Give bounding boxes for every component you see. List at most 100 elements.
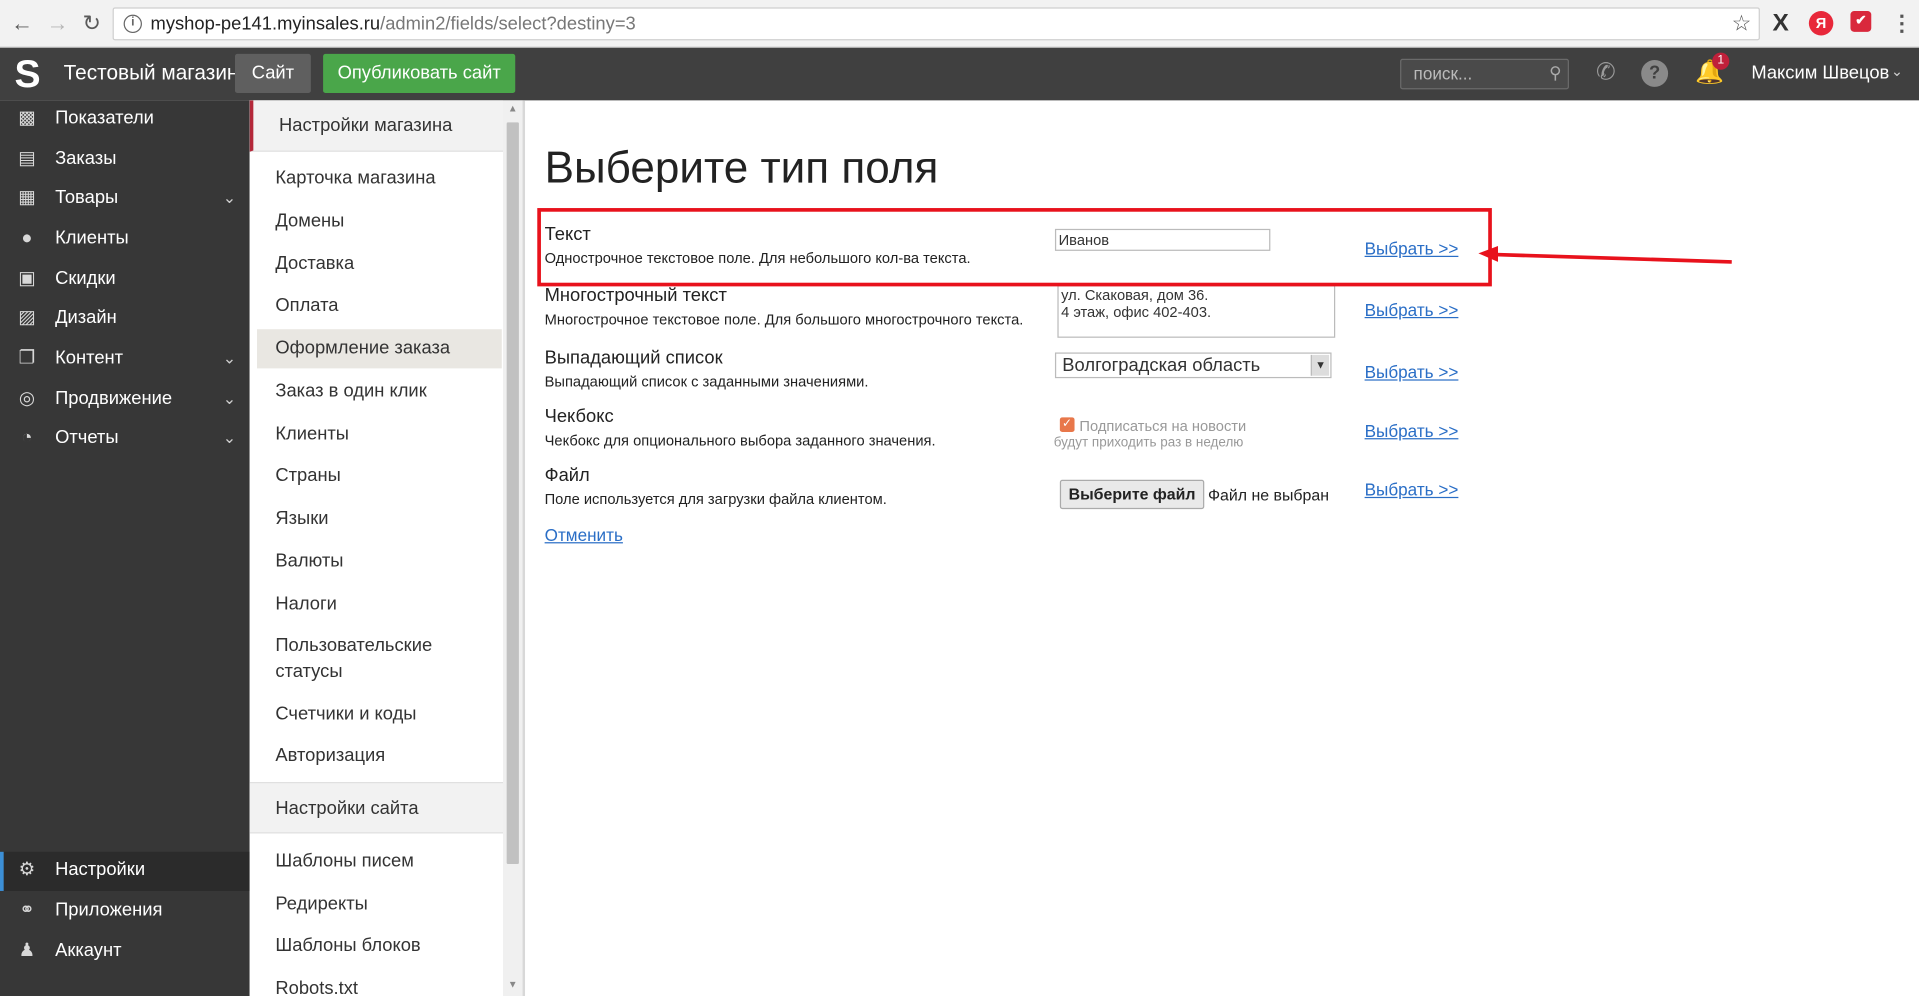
page-title: Выберите тип поля <box>544 141 939 193</box>
annotation-highlight-box <box>537 208 1492 287</box>
url-host: myshop-pe141.myinsales.ru <box>150 13 381 35</box>
scroll-up-icon[interactable]: ▲ <box>507 103 519 115</box>
sidebar-item-label: Продвижение <box>55 387 173 409</box>
sidebar-item-account[interactable]: ♟ Аккаунт <box>0 933 250 972</box>
submenu-item-countries[interactable]: Страны <box>257 463 502 489</box>
site-settings-header[interactable]: Настройки сайта <box>249 782 504 834</box>
chevron-down-icon: ⌄ <box>222 428 237 447</box>
submenu-item-currencies[interactable]: Валюты <box>257 548 502 574</box>
select-checkbox-link[interactable]: Выбрать >> <box>1365 421 1459 441</box>
yandex-extension-icon[interactable]: Я <box>1808 11 1834 36</box>
checkbox-preview-label: Подписаться на новости <box>1079 417 1247 435</box>
field-type-checkbox: Чекбокс Чекбокс для опционального выбора… <box>545 406 1475 462</box>
chevron-down-icon[interactable]: ⌄ <box>1891 62 1903 79</box>
sidebar-item-dashboard[interactable]: ▩ Показатели <box>0 100 250 139</box>
search-input[interactable] <box>1413 63 1543 84</box>
field-type-name: Выпадающий список <box>544 347 723 369</box>
select-multiline-link[interactable]: Выбрать >> <box>1365 300 1459 320</box>
submenu-item-label: Заказ в один клик <box>275 380 427 402</box>
sidebar-item-orders[interactable]: ▤ Заказы <box>0 141 250 180</box>
submenu-item-payment[interactable]: Оплата <box>257 293 502 319</box>
notification-badge: 1 <box>1712 52 1730 70</box>
cancel-link[interactable]: Отменить <box>545 525 623 545</box>
submenu-item-authorization[interactable]: Авторизация <box>257 743 502 769</box>
browser-toolbar: ← → ↻ i myshop-pe141.myinsales.ru/admin2… <box>0 0 1919 48</box>
submenu-item-label: Оплата <box>275 294 339 316</box>
info-icon[interactable]: i <box>123 14 142 34</box>
scroll-down-icon[interactable]: ▼ <box>507 979 519 991</box>
site-button[interactable]: Сайт <box>234 53 311 94</box>
cart-icon: ▤ <box>18 148 36 169</box>
submenu-item-counters[interactable]: Счетчики и коды <box>257 701 502 727</box>
choose-file-button: Выберите файл <box>1059 479 1205 510</box>
field-type-name: Чекбокс <box>544 406 614 428</box>
submenu-item-label: Оформление заказа <box>275 337 451 359</box>
target-icon: ◎ <box>18 387 35 409</box>
sidebar-item-settings[interactable]: ⚙ Настройки <box>0 851 250 891</box>
chevron-down-icon: ▼ <box>1310 354 1330 376</box>
submenu-item-delivery[interactable]: Доставка <box>257 251 502 277</box>
search-icon[interactable]: ⚲ <box>1549 62 1562 83</box>
field-type-description: Чекбокс для опционального выбора заданно… <box>544 432 936 450</box>
user-icon: ♟ <box>18 939 36 961</box>
submenu-item-label: Редиректы <box>275 893 368 915</box>
reload-icon[interactable]: ↻ <box>80 11 104 35</box>
sidebar-item-clients[interactable]: ● Клиенты <box>0 220 250 259</box>
sidebar-item-apps[interactable]: ⚭ Приложения <box>0 892 250 931</box>
select-dropdown-link[interactable]: Выбрать >> <box>1365 362 1459 382</box>
chevron-down-icon: ⌄ <box>222 348 237 368</box>
submenu-item-one-click[interactable]: Заказ в один клик <box>257 378 502 404</box>
submenu-item-label: Шаблоны блоков <box>275 935 421 956</box>
submenu-item-languages[interactable]: Языки <box>257 505 502 531</box>
dropdown-preview: Волгоградская область ▼ <box>1054 352 1332 379</box>
back-icon[interactable]: ← <box>10 11 34 35</box>
submenu-scrollbar[interactable]: ▲ ▼ <box>503 100 523 996</box>
users-icon: ● <box>21 227 33 249</box>
submenu-item-block-templates[interactable]: Шаблоны блоков <box>257 933 502 959</box>
field-type-dropdown: Выпадающий список Выпадающий список с за… <box>545 348 1475 404</box>
shop-title[interactable]: Тестовый магазин <box>64 61 239 85</box>
sidebar-item-label: Дизайн <box>55 307 117 328</box>
submenu-item-checkout[interactable]: Оформление заказа <box>257 329 502 369</box>
screen: ← → ↻ i myshop-pe141.myinsales.ru/admin2… <box>0 0 1919 996</box>
user-menu[interactable]: Максим Швецов <box>1751 62 1889 83</box>
submenu-item-label: Доставка <box>275 253 355 275</box>
browser-menu-icon[interactable]: ⋮ <box>1890 11 1914 35</box>
submenu-header-label: Настройки сайта <box>275 797 419 819</box>
submenu-item-robots[interactable]: Robots.txt <box>257 975 502 996</box>
submenu-item-custom-statuses[interactable]: Пользовательские статусы <box>257 633 432 684</box>
extension-x-icon[interactable]: X <box>1768 11 1792 35</box>
address-bar[interactable]: i myshop-pe141.myinsales.ru/admin2/field… <box>112 7 1760 41</box>
pocket-extension-icon[interactable]: ✔ <box>1850 11 1872 32</box>
submenu-item-store-card[interactable]: Карточка магазина <box>257 165 502 191</box>
submenu-item-clients[interactable]: Клиенты <box>257 421 502 447</box>
submenu-item-email-templates[interactable]: Шаблоны писем <box>257 848 502 874</box>
sidebar-item-label: Скидки <box>55 268 116 289</box>
url-text[interactable]: myshop-pe141.myinsales.ru/admin2/fields/… <box>151 13 636 34</box>
app-header: S Тестовый магазин Сайт Опубликовать сай… <box>0 47 1919 101</box>
field-type-name: Файл <box>544 465 590 486</box>
sidebar-item-content[interactable]: ❐ Контент ⌄ <box>0 340 250 379</box>
help-icon[interactable]: ? <box>1641 59 1669 87</box>
publish-site-button[interactable]: Опубликовать сайт <box>323 53 516 94</box>
search-box[interactable]: ⚲ <box>1400 58 1569 90</box>
select-file-link[interactable]: Выбрать >> <box>1365 480 1459 500</box>
submenu-item-domains[interactable]: Домены <box>257 208 502 234</box>
copy-icon: ❐ <box>18 347 36 369</box>
sidebar-item-design[interactable]: ▨ Дизайн <box>0 300 250 339</box>
phone-icon[interactable]: ✆ <box>1592 60 1619 87</box>
submenu-item-label: Счетчики и коды <box>275 703 417 725</box>
sidebar-item-promotion[interactable]: ◎ Продвижение ⌄ <box>0 381 250 420</box>
sidebar-item-discounts[interactable]: ▣ Скидки <box>0 261 250 300</box>
forward-icon[interactable]: → <box>45 11 69 35</box>
insales-logo-icon[interactable]: S <box>0 48 55 101</box>
sidebar-item-reports[interactable]: ◔ Отчеты ⌄ <box>0 420 250 459</box>
scroll-thumb[interactable] <box>506 122 519 865</box>
sidebar-item-label: Контент <box>55 347 124 369</box>
star-icon[interactable]: ☆ <box>1732 11 1752 37</box>
sidebar-item-products[interactable]: ▦ Товары ⌄ <box>0 180 250 219</box>
store-settings-header[interactable]: Настройки магазина <box>249 100 504 152</box>
submenu-item-taxes[interactable]: Налоги <box>257 591 502 617</box>
submenu-item-redirects[interactable]: Редиректы <box>257 891 502 917</box>
field-type-file: Файл Поле используется для загрузки файл… <box>545 465 1475 521</box>
